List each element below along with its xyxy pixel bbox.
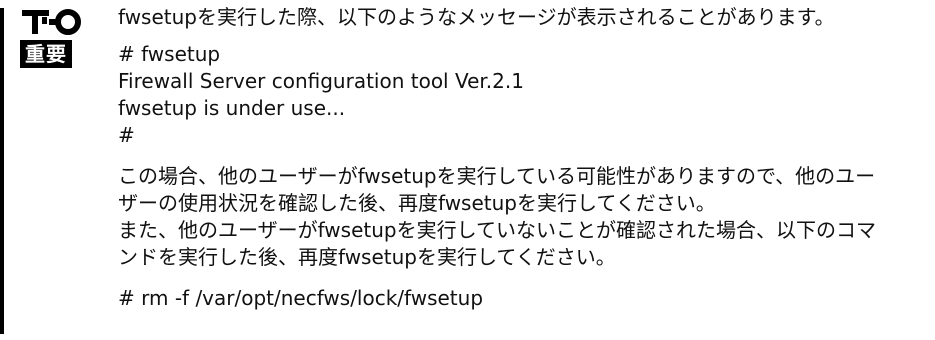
- remove-lock-command: # rm -f /var/opt/necfws/lock/fwsetup: [118, 286, 484, 310]
- explanation-paragraph: この場合、他のユーザーがfwsetupを実行している可能性がありますので、他のユ…: [118, 163, 923, 217]
- paragraph-line: また、他のユーザーがfwsetupを実行していないことが確認された場合、以下のコ…: [118, 218, 876, 242]
- paragraph-line: この場合、他のユーザーがfwsetupを実行している可能性がありますので、他のユ…: [118, 164, 876, 188]
- key-icon: [22, 9, 81, 35]
- left-margin-bar: [0, 8, 4, 334]
- output-line: fwsetup is under use...: [118, 96, 346, 120]
- output-line: # fwsetup: [118, 42, 221, 66]
- important-label: 重要: [20, 40, 72, 68]
- notice-content: fwsetupを実行した際、以下のようなメッセージが表示されることがあります。 …: [118, 4, 923, 312]
- output-line: Firewall Server configuration tool Ver.2…: [118, 69, 524, 93]
- paragraph-line: ンドを実行した後、再度fwsetupを実行してください。: [118, 245, 616, 269]
- message-output: # fwsetup Firewall Server configuration …: [118, 41, 923, 149]
- paragraph-line: ザーの使用状況を確認した後、再度fwsetupを実行してください。: [118, 191, 716, 215]
- output-line: #: [118, 123, 135, 147]
- intro-text: fwsetupを実行した際、以下のようなメッセージが表示されることがあります。: [118, 5, 835, 29]
- workaround-paragraph: また、他のユーザーがfwsetupを実行していないことが確認された場合、以下のコ…: [118, 217, 923, 271]
- important-notice-mark: 重要: [20, 8, 84, 68]
